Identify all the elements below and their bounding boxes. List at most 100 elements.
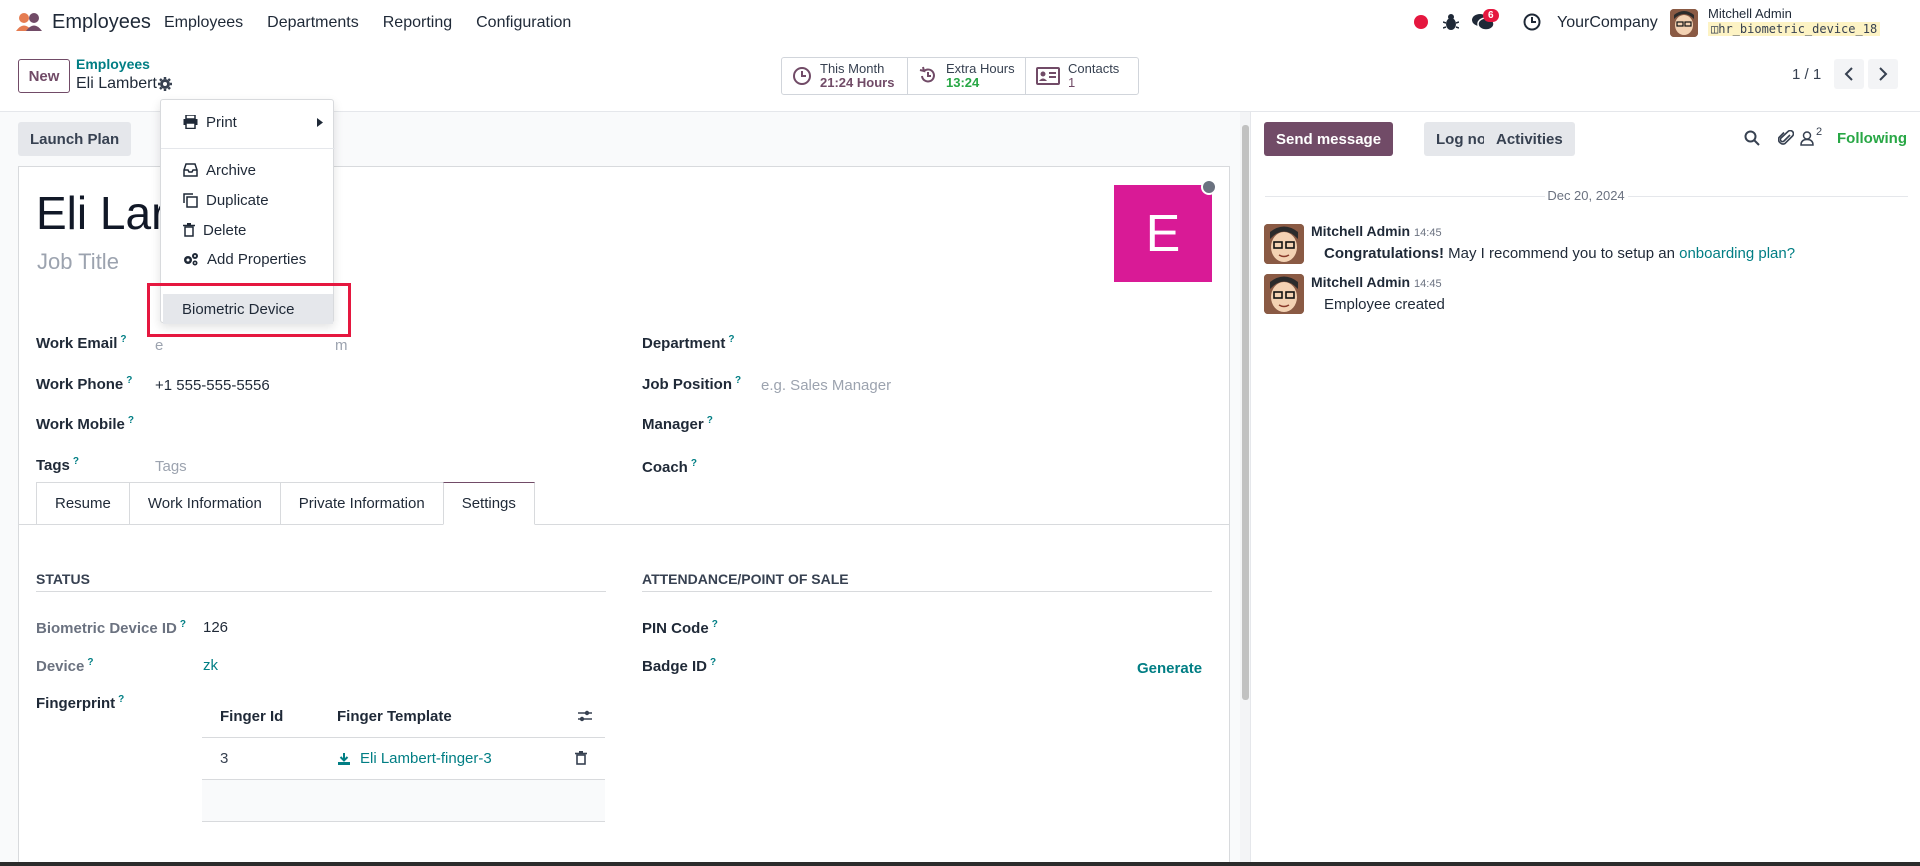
menu-item-print-label: Print [206, 113, 237, 131]
followers-count[interactable]: 2 [1816, 126, 1822, 138]
user-name[interactable]: Mitchell Admin [1708, 6, 1792, 21]
following-button[interactable]: Following [1837, 130, 1907, 147]
pager-value[interactable]: 1 / 1 [1792, 66, 1821, 83]
database-name: ◫hr_biometric_device_18 [1708, 22, 1881, 36]
menu-reporting[interactable]: Reporting [383, 14, 452, 32]
tab-resume[interactable]: Resume [36, 482, 129, 525]
job-position-label: Job Position? [642, 375, 742, 393]
presence-status-dot [1201, 179, 1217, 195]
extra-hours-label: Extra Hours [946, 61, 1015, 76]
column-settings-icon[interactable] [577, 709, 593, 723]
gear-icon[interactable] [157, 76, 173, 92]
send-message-button[interactable]: Send message [1264, 122, 1394, 156]
search-icon[interactable] [1744, 130, 1760, 146]
menu-item-duplicate-label: Duplicate [206, 191, 269, 209]
coach-label: Coach? [642, 458, 697, 476]
bottom-taskbar-edge [0, 862, 1920, 866]
work-phone-field[interactable]: +1 555-555-5556 [155, 377, 270, 394]
follower-icon[interactable] [1800, 131, 1814, 146]
message-body: Employee created [1324, 296, 1445, 313]
tab-settings[interactable]: Settings [442, 482, 535, 525]
smart-buttons: This Month 21:24 Hours Extra Hours 13:24 [781, 57, 1139, 95]
department-label: Department? [642, 334, 735, 352]
message-time: 14:45 [1414, 227, 1442, 239]
tab-work-information[interactable]: Work Information [128, 482, 280, 525]
menu-configuration[interactable]: Configuration [476, 14, 571, 32]
menu-employees[interactable]: Employees [164, 14, 243, 32]
work-email-placeholder-head[interactable]: e [155, 337, 163, 354]
avatar[interactable] [1264, 224, 1304, 264]
menu-item-archive[interactable]: Archive [161, 156, 335, 184]
notebook-tabs: Resume Work Information Private Informat… [36, 482, 535, 525]
this-month-label: This Month [820, 61, 885, 76]
generate-badge-button[interactable]: Generate [1137, 660, 1202, 677]
extra-hours-button[interactable]: Extra Hours 13:24 [908, 58, 1026, 94]
company-switcher[interactable]: YourCompany [1557, 14, 1658, 32]
download-icon[interactable] [337, 752, 351, 766]
device-link[interactable]: zk [203, 657, 218, 674]
job-title-field[interactable]: Job Title [37, 249, 119, 275]
menu-item-add-properties[interactable]: Add Properties [161, 245, 335, 273]
work-email-placeholder-tail[interactable]: m [335, 337, 348, 354]
fingerprint-table: Finger Id Finger Template 3 Eli Lambert-… [202, 695, 605, 822]
user-avatar[interactable] [1670, 9, 1698, 37]
chevron-left-icon [1844, 67, 1853, 81]
archive-icon [183, 163, 198, 177]
chatter-panel: Send message Log note Activities 2 Follo… [1250, 112, 1920, 866]
menu-item-archive-label: Archive [206, 161, 257, 179]
onboarding-plan-link[interactable]: onboarding plan? [1679, 245, 1795, 262]
app-name[interactable]: Employees [52, 11, 151, 34]
job-position-field[interactable]: e.g. Sales Manager [761, 377, 891, 394]
table-empty-row [202, 780, 605, 822]
activities-button[interactable]: Activities [1484, 122, 1575, 156]
printer-icon [183, 115, 198, 129]
table-row[interactable]: 3 Eli Lambert-finger-3 [202, 738, 605, 780]
new-button[interactable]: New [18, 59, 70, 93]
finger-template-link[interactable]: Eli Lambert-finger-3 [360, 750, 492, 767]
biometric-id-field[interactable]: 126 [203, 619, 228, 636]
form-scrollbar-thumb[interactable] [1242, 125, 1249, 700]
tab-private-information[interactable]: Private Information [279, 482, 443, 525]
pager-next-button[interactable] [1868, 59, 1898, 89]
menu-item-delete-label: Delete [203, 221, 247, 239]
date-separator: Dec 20, 2024 [1547, 188, 1625, 203]
column-finger-template[interactable]: Finger Template [337, 708, 452, 725]
launch-plan-button[interactable]: Launch Plan [18, 122, 132, 156]
caret-right-icon [317, 118, 323, 127]
breadcrumb-parent[interactable]: Employees [76, 56, 150, 72]
this-month-button[interactable]: This Month 21:24 Hours [782, 58, 908, 94]
recording-indicator[interactable] [1414, 15, 1428, 29]
app-logo-icon[interactable] [14, 12, 44, 32]
badge-id-label: Badge ID? [642, 657, 717, 675]
menu-departments[interactable]: Departments [267, 14, 359, 32]
pin-code-label: PIN Code? [642, 619, 718, 637]
database-label: hr_biometric_device_18 [1718, 22, 1878, 36]
menu-item-print[interactable]: Print [161, 108, 335, 136]
tags-label: Tags? [36, 456, 80, 474]
message-text: May I recommend you to setup an [1444, 245, 1680, 262]
pager-previous-button[interactable] [1834, 59, 1864, 89]
message-author[interactable]: Mitchell Admin 14:45 [1311, 274, 1442, 290]
menu-item-add-properties-label: Add Properties [207, 250, 307, 268]
work-phone-label: Work Phone? [36, 375, 133, 393]
menu-divider [161, 148, 335, 149]
tags-field[interactable]: Tags [155, 458, 187, 475]
message-author[interactable]: Mitchell Admin 14:45 [1311, 223, 1442, 239]
menu-item-duplicate[interactable]: Duplicate [161, 186, 335, 214]
avatar[interactable] [1264, 274, 1304, 314]
employee-name-field[interactable]: Eli Lar [36, 186, 166, 240]
message-strong-text: Congratulations! [1324, 245, 1444, 262]
contacts-button[interactable]: Contacts 1 [1026, 58, 1138, 94]
paperclip-icon[interactable] [1778, 130, 1794, 147]
message-body: Congratulations! May I recommend you to … [1324, 245, 1795, 262]
clock-icon[interactable] [1523, 13, 1541, 31]
bug-icon[interactable] [1443, 13, 1459, 31]
fingerprint-table-header: Finger Id Finger Template [202, 695, 605, 738]
menu-item-delete[interactable]: Delete [161, 216, 335, 244]
trash-icon[interactable] [575, 751, 587, 765]
chevron-right-icon [1879, 67, 1888, 81]
column-finger-id[interactable]: Finger Id [220, 708, 283, 725]
fingerprint-label: Fingerprint? [36, 694, 125, 712]
employee-avatar[interactable]: E [1114, 185, 1212, 282]
cogs-icon [184, 253, 198, 266]
